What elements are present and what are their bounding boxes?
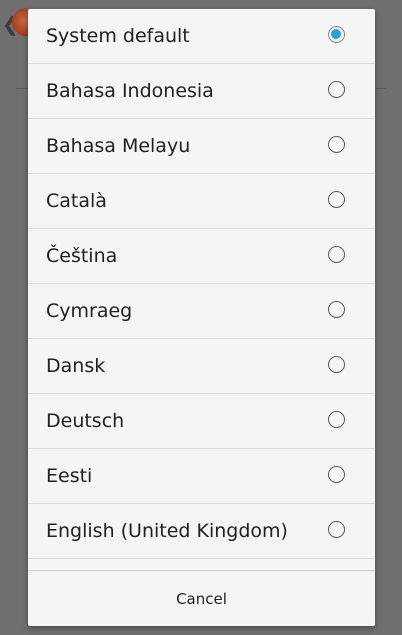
language-option-cestina[interactable]: Čeština [28,229,375,284]
radio-icon[interactable] [328,466,345,483]
language-option-bahasa-indonesia[interactable]: Bahasa Indonesia [28,64,375,119]
language-option-cymraeg[interactable]: Cymraeg [28,284,375,339]
radio-icon[interactable] [328,411,345,428]
radio-icon[interactable] [328,191,345,208]
cancel-button[interactable]: Cancel [28,571,375,626]
language-option-label: Dansk [46,355,106,377]
language-option-partial[interactable] [28,559,375,570]
radio-icon[interactable] [328,246,345,263]
language-option-label: Bahasa Melayu [46,135,191,157]
language-option-eesti[interactable]: Eesti [28,449,375,504]
background-divider [376,88,386,89]
radio-icon[interactable] [328,356,345,373]
language-option-catala[interactable]: Català [28,174,375,229]
language-dialog: System default Bahasa Indonesia Bahasa M… [28,9,375,626]
language-option-label: Eesti [46,465,93,487]
radio-icon[interactable] [328,521,345,538]
radio-icon[interactable] [328,301,345,318]
language-option-label: English (United Kingdom) [46,520,288,542]
language-option-english-uk[interactable]: English (United Kingdom) [28,504,375,559]
radio-icon[interactable] [328,136,345,153]
language-option-deutsch[interactable]: Deutsch [28,394,375,449]
language-option-bahasa-melayu[interactable]: Bahasa Melayu [28,119,375,174]
background-divider [16,88,28,89]
language-option-label: System default [46,25,190,47]
language-list[interactable]: System default Bahasa Indonesia Bahasa M… [28,9,375,570]
radio-icon[interactable] [328,81,345,98]
language-option-label: Bahasa Indonesia [46,80,214,102]
language-option-system-default[interactable]: System default [28,9,375,64]
language-option-dansk[interactable]: Dansk [28,339,375,394]
language-option-label: Čeština [46,245,118,267]
language-option-label: Català [46,190,107,212]
radio-selected-icon[interactable] [328,26,345,43]
language-option-label: Cymraeg [46,300,133,322]
language-option-label: Deutsch [46,410,125,432]
